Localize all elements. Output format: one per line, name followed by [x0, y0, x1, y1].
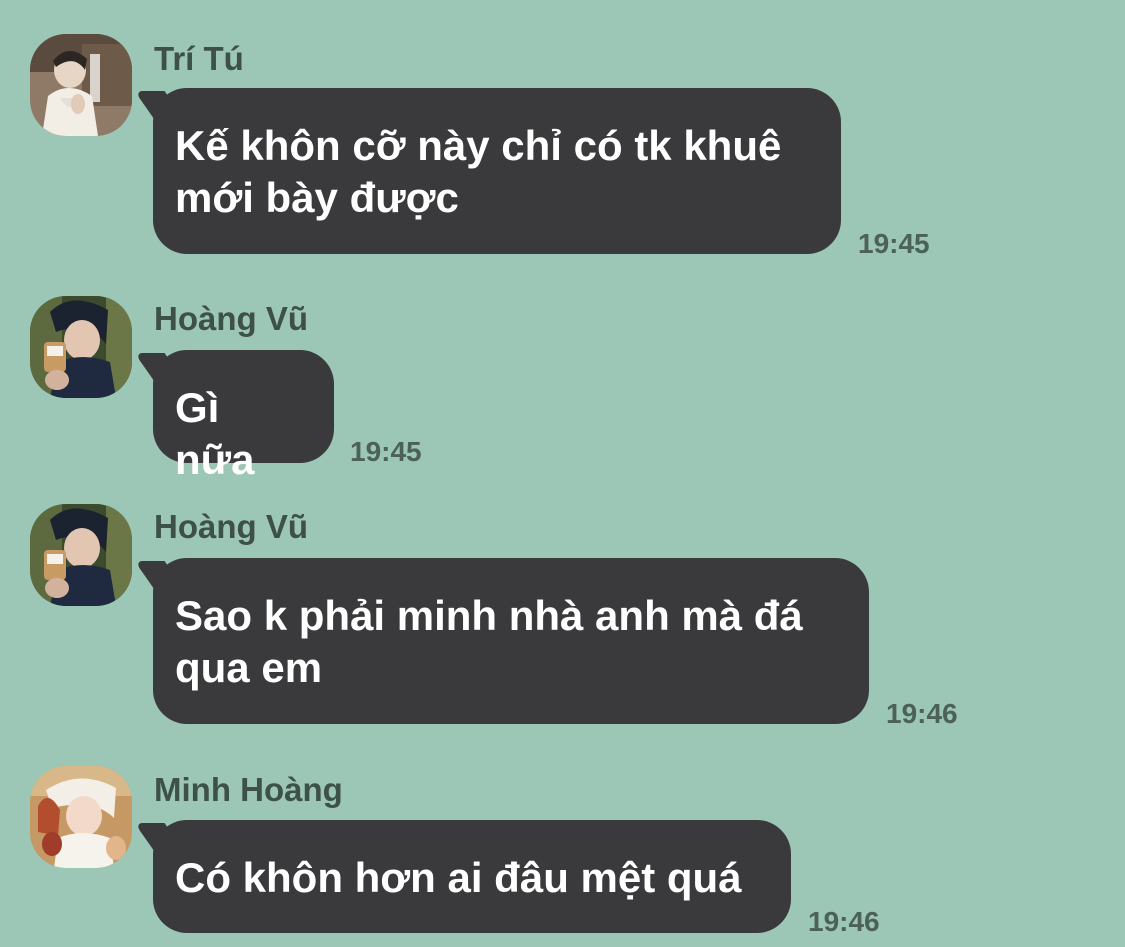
avatar[interactable] [30, 34, 132, 136]
message-text: Gì nữa [175, 384, 255, 483]
message-time: 19:46 [886, 698, 958, 729]
message-text: Sao k phải minh nhà anh mà đá qua em [175, 592, 803, 691]
sender-name: Hoàng Vũ [154, 508, 308, 545]
message-text: Kế khôn cỡ này chỉ có tk khuê mới bày đư… [175, 122, 782, 221]
chat-thread: Trí Tú Kế khôn cỡ này chỉ có tk khuê mới… [0, 0, 1125, 947]
profile-photo-icon [30, 766, 132, 868]
avatar[interactable] [30, 766, 132, 868]
message-bubble[interactable]: Kế khôn cỡ này chỉ có tk khuê mới bày đư… [153, 88, 841, 254]
message-bubble[interactable]: Có khôn hơn ai đâu mệt quá [153, 820, 791, 933]
message-time: 19:46 [808, 906, 880, 937]
message-bubble[interactable]: Sao k phải minh nhà anh mà đá qua em [153, 558, 869, 724]
profile-photo-icon [30, 504, 132, 606]
avatar[interactable] [30, 296, 132, 398]
sender-name: Trí Tú [154, 40, 244, 77]
message-text: Có khôn hơn ai đâu mệt quá [175, 854, 742, 901]
message-bubble[interactable]: Gì nữa [153, 350, 334, 483]
sender-name: Minh Hoàng [154, 771, 343, 808]
profile-photo-icon [30, 296, 132, 398]
avatar[interactable] [30, 504, 132, 606]
sender-name: Hoàng Vũ [154, 300, 308, 337]
message-time: 19:45 [350, 436, 422, 467]
message-time: 19:45 [858, 228, 930, 259]
profile-photo-icon [30, 34, 132, 136]
